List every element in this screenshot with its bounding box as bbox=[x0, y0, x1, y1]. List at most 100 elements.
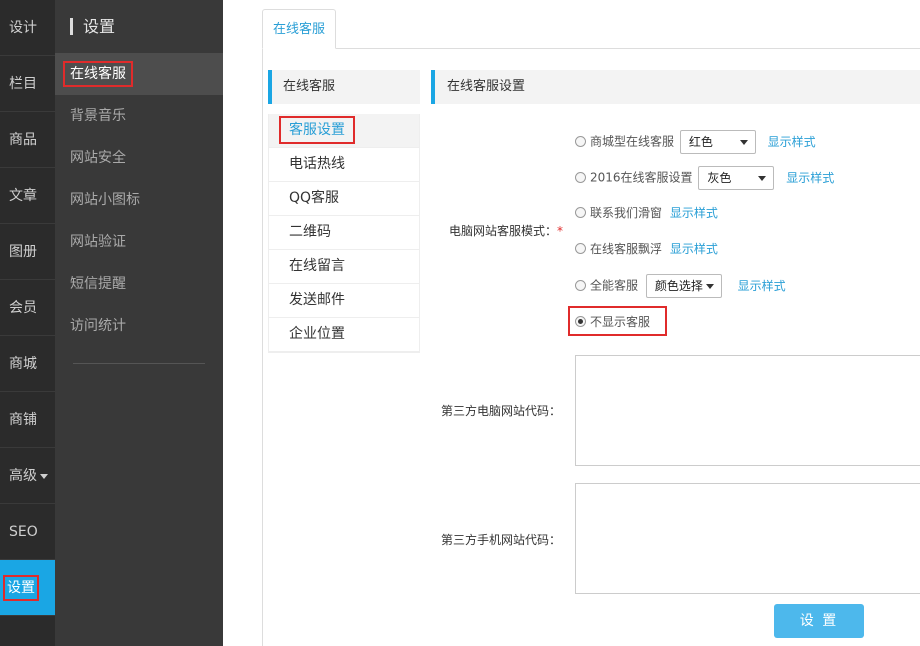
show-style-link[interactable]: 显示样式 bbox=[738, 279, 786, 293]
sidebar-item-label: 短信提醒 bbox=[70, 276, 126, 292]
sidebar-item-favicon[interactable]: 网站小图标 bbox=[55, 179, 223, 221]
menu-item-send-email[interactable]: 发送邮件 bbox=[269, 284, 419, 318]
rail-label: 商铺 bbox=[9, 412, 37, 428]
rail-item-albums[interactable]: 图册 bbox=[0, 224, 55, 280]
chevron-down-icon bbox=[40, 473, 48, 479]
rail-item-advanced[interactable]: 高级 bbox=[0, 448, 55, 504]
rail-label: 商品 bbox=[9, 132, 37, 148]
content-border bbox=[262, 48, 263, 646]
option-label: 2016在线客服设置 bbox=[590, 170, 693, 185]
sidebar-item-sms-alert[interactable]: 短信提醒 bbox=[55, 263, 223, 305]
option-label: 商城型在线客服 bbox=[590, 134, 675, 149]
rail-item-products[interactable]: 商品 bbox=[0, 112, 55, 168]
radio-hide-service[interactable] bbox=[575, 316, 586, 327]
select-value: 颜色选择 bbox=[654, 279, 703, 293]
main-content: 在线客服 在线客服 客服设置 电话热线 QQ客服 二维码 在线留言 发送邮件 企… bbox=[223, 0, 920, 646]
settings-sidebar: 设置 在线客服 背景音乐 网站安全 网站小图标 网站验证 短信提醒 访问统计 bbox=[55, 0, 223, 646]
show-style-link[interactable]: 显示样式 bbox=[786, 171, 834, 185]
radio-2016-service[interactable] bbox=[575, 171, 586, 183]
service-menu: 在线客服 客服设置 电话热线 QQ客服 二维码 在线留言 发送邮件 企业位置 bbox=[268, 70, 420, 353]
sidebar-item-online-service[interactable]: 在线客服 bbox=[55, 53, 223, 95]
option-label: 全能客服 bbox=[590, 278, 639, 293]
rail-label: 会员 bbox=[9, 300, 37, 316]
required-mark: * bbox=[557, 224, 563, 238]
rail-label: 栏目 bbox=[9, 76, 37, 92]
option-label: 不显示客服 bbox=[590, 315, 651, 329]
sidebar-title: 设置 bbox=[55, 0, 223, 53]
chevron-down-icon bbox=[758, 176, 767, 181]
pc-code-label: 第三方电脑网站代码： bbox=[440, 404, 561, 418]
radio-floating-service[interactable] bbox=[575, 243, 586, 254]
rail-label: 设计 bbox=[9, 20, 37, 36]
rail-label: 图册 bbox=[9, 244, 37, 260]
rail-item-columns[interactable]: 栏目 bbox=[0, 56, 55, 112]
title-bar-icon bbox=[70, 17, 73, 35]
sidebar-title-text: 设置 bbox=[83, 17, 116, 36]
menu-item-label: 电话热线 bbox=[289, 156, 345, 172]
radio-mall-service[interactable] bbox=[575, 135, 586, 147]
mobile-code-textarea[interactable] bbox=[575, 483, 920, 594]
submit-settings-button[interactable]: 设 置 bbox=[774, 604, 864, 638]
tab-bar-line bbox=[262, 48, 920, 49]
menu-item-label: 在线留言 bbox=[289, 258, 345, 274]
rail-item-design[interactable]: 设计 bbox=[0, 0, 55, 56]
panel-title: 在线客服设置 bbox=[431, 70, 920, 104]
sidebar-item-label: 网站验证 bbox=[70, 234, 126, 250]
option-all-service: 全能客服 颜色选择 显示样式 bbox=[575, 274, 786, 298]
sidebar-item-label: 网站小图标 bbox=[70, 192, 140, 208]
menu-item-qrcode[interactable]: 二维码 bbox=[269, 216, 419, 250]
menu-item-label: 客服设置 bbox=[279, 116, 355, 144]
rail-item-seo[interactable]: SEO bbox=[0, 504, 55, 560]
show-style-link[interactable]: 显示样式 bbox=[670, 206, 718, 220]
show-style-link[interactable]: 显示样式 bbox=[768, 135, 816, 149]
sidebar-item-label: 访问统计 bbox=[70, 318, 126, 334]
rail-item-mall[interactable]: 商城 bbox=[0, 336, 55, 392]
option-label: 联系我们滑窗 bbox=[590, 206, 663, 220]
menu-item-guestbook[interactable]: 在线留言 bbox=[269, 250, 419, 284]
primary-nav-rail: 设计 栏目 商品 文章 图册 会员 商城 商铺 高级 SEO 设置 bbox=[0, 0, 55, 646]
pc-code-textarea[interactable] bbox=[575, 355, 920, 466]
show-style-link[interactable]: 显示样式 bbox=[670, 242, 718, 256]
color-select-2016[interactable]: 灰色 bbox=[698, 166, 775, 190]
menu-item-label: 发送邮件 bbox=[289, 292, 345, 308]
color-select-mall[interactable]: 红色 bbox=[679, 130, 756, 154]
sidebar-item-visit-stats[interactable]: 访问统计 bbox=[55, 305, 223, 347]
radio-all-service[interactable] bbox=[575, 279, 586, 291]
rail-label: 商城 bbox=[9, 356, 37, 372]
rail-label: 高级 bbox=[9, 468, 37, 484]
option-label: 在线客服飘浮 bbox=[590, 242, 663, 256]
service-menu-title: 在线客服 bbox=[268, 70, 420, 104]
rail-label: 文章 bbox=[9, 188, 37, 204]
sidebar-item-label: 背景音乐 bbox=[70, 108, 126, 124]
sidebar-item-label: 在线客服 bbox=[63, 61, 133, 87]
menu-item-company-location[interactable]: 企业位置 bbox=[269, 318, 419, 352]
option-2016-service: 2016在线客服设置 灰色 显示样式 bbox=[575, 166, 834, 190]
menu-item-label: 二维码 bbox=[289, 224, 331, 240]
tab-online-service[interactable]: 在线客服 bbox=[262, 9, 336, 49]
rail-item-members[interactable]: 会员 bbox=[0, 280, 55, 336]
service-menu-list: 客服设置 电话热线 QQ客服 二维码 在线留言 发送邮件 企业位置 bbox=[268, 114, 420, 353]
chevron-down-icon bbox=[739, 140, 748, 145]
pc-mode-label-text: 电脑网站客服模式： bbox=[448, 224, 557, 238]
select-value: 红色 bbox=[688, 135, 713, 149]
menu-item-label: QQ客服 bbox=[289, 190, 340, 206]
rail-item-articles[interactable]: 文章 bbox=[0, 168, 55, 224]
rail-item-settings[interactable]: 设置 bbox=[0, 560, 55, 616]
option-hide-service: 不显示客服 bbox=[568, 306, 667, 336]
rail-item-shops[interactable]: 商铺 bbox=[0, 392, 55, 448]
menu-item-qq-service[interactable]: QQ客服 bbox=[269, 182, 419, 216]
menu-item-hotline[interactable]: 电话热线 bbox=[269, 148, 419, 182]
chevron-down-icon bbox=[705, 284, 714, 289]
rail-label: 设置 bbox=[3, 575, 39, 601]
menu-item-service-settings[interactable]: 客服设置 bbox=[269, 114, 419, 148]
option-contact-slider: 联系我们滑窗 显示样式 bbox=[575, 202, 718, 224]
option-mall-service: 商城型在线客服 红色 显示样式 bbox=[575, 130, 816, 154]
color-select-all[interactable]: 颜色选择 bbox=[645, 274, 722, 298]
sidebar-item-bg-music[interactable]: 背景音乐 bbox=[55, 95, 223, 137]
radio-contact-slider[interactable] bbox=[575, 207, 586, 218]
menu-item-label: 企业位置 bbox=[289, 326, 345, 342]
sidebar-divider bbox=[73, 363, 205, 364]
pc-mode-label: 电脑网站客服模式：* bbox=[423, 222, 563, 239]
sidebar-item-site-security[interactable]: 网站安全 bbox=[55, 137, 223, 179]
sidebar-item-site-verify[interactable]: 网站验证 bbox=[55, 221, 223, 263]
